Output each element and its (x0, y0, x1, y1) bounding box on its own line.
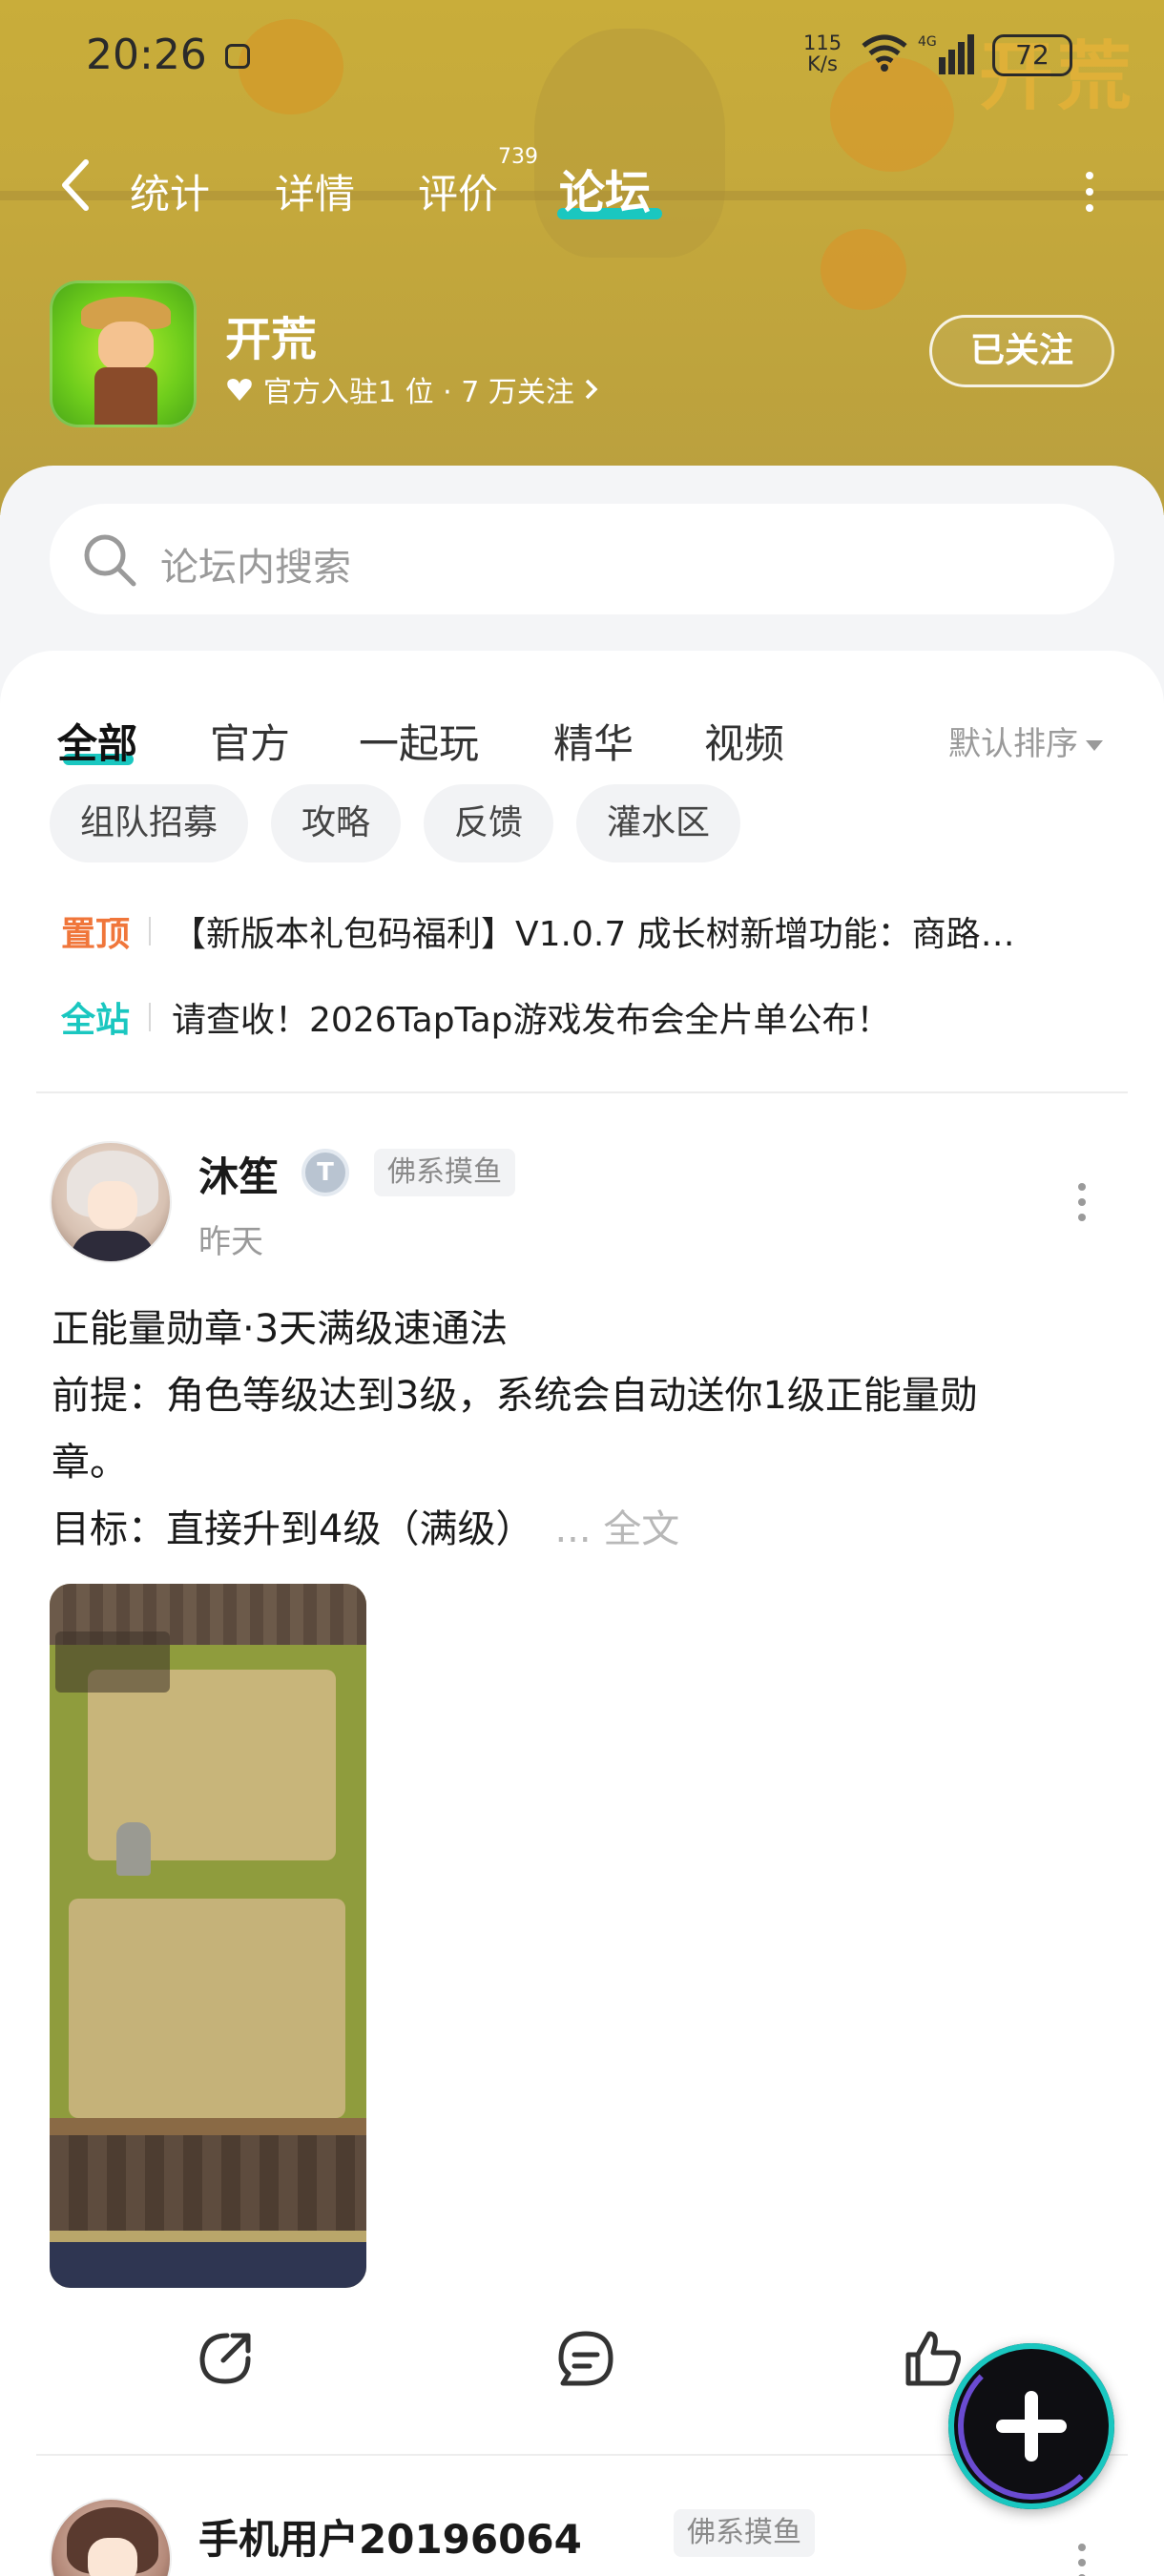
caret-down-icon (1086, 740, 1103, 751)
search-placeholder: 论坛内搜索 (160, 546, 351, 590)
tab-official[interactable]: 官方 (210, 712, 290, 770)
pinned-separator (149, 917, 152, 945)
create-post-button[interactable] (948, 2343, 1114, 2509)
sitewide-title: 请查收！2026TapTap游戏发布会全片单公布！ (172, 1001, 891, 1040)
back-arrow-icon[interactable] (57, 156, 95, 214)
chip-guides[interactable]: 攻略 (271, 784, 402, 862)
search-input[interactable]: 论坛内搜索 (50, 504, 1114, 614)
pinned-tag: 置顶 (61, 915, 131, 954)
sitewide-tag: 全站 (61, 1001, 131, 1040)
category-tabs: 全部 官方 一起玩 精华 视频 默认排序 (0, 679, 1164, 767)
post-body[interactable]: 正能量勋章·3天满级速通法 前提：角色等级达到3级，系统会自动送你1级正能量勋 … (52, 1296, 1120, 1563)
app-name: 开荒 (225, 313, 318, 366)
sort-label: 默认排序 (948, 725, 1078, 763)
chip-team-recruit[interactable]: 组队招募 (50, 784, 249, 862)
user-badge: 佛系摸鱼 (374, 1149, 515, 1196)
notification-icon (225, 44, 250, 69)
top-navigation: 统计 详情 评价 739 论坛 (0, 143, 1164, 229)
post-line-last: 目标：直接升到4级（满级） ... 全文 (52, 1496, 1120, 1563)
signal-icon: 4G (918, 34, 974, 74)
post-line-text: 目标：直接升到4级（满级） (52, 1507, 534, 1551)
post-author-name[interactable]: 沐笙 (198, 1145, 279, 1203)
heart-icon (227, 379, 252, 401)
post-line: 前提：角色等级达到3级，系统会自动送你1级正能量勋 (52, 1374, 978, 1418)
app-info: 开荒 官方入驻1 位 · 7 万关注 已关注 (0, 277, 1164, 439)
share-icon[interactable] (195, 2328, 256, 2389)
search-icon (84, 534, 136, 587)
post-time: 昨天 (198, 1223, 263, 1261)
network-type-label: 4G (918, 34, 937, 50)
user-badge: 佛系摸鱼 (674, 2509, 815, 2557)
post-more-icon[interactable] (1072, 2542, 1091, 2576)
more-options-icon[interactable] (1078, 168, 1101, 212)
post-image[interactable] (50, 1584, 366, 2288)
pinned-title: 【新版本礼包码福利】V1.0.7 成长树新增功能：商路… (172, 915, 1015, 954)
read-more-link[interactable]: ... 全文 (554, 1507, 679, 1551)
status-time: 20:26 (86, 31, 207, 79)
sitewide-separator (149, 1003, 152, 1031)
post-line: 章。 (52, 1441, 128, 1485)
chip-chat[interactable]: 灌水区 (576, 784, 741, 862)
battery-indicator: 72 (992, 34, 1072, 76)
tab-featured[interactable]: 精华 (553, 712, 634, 770)
pinned-post[interactable]: 置顶 【新版本礼包码福利】V1.0.7 成长树新增功能：商路… (61, 906, 1015, 956)
post-author-name[interactable]: 手机用户20196064 (198, 2507, 582, 2566)
status-bar: 20:26 115 K/s 4G 72 (0, 0, 1164, 114)
app-icon[interactable] (50, 280, 197, 427)
chip-feedback[interactable]: 反馈 (424, 784, 554, 862)
tab-play-together[interactable]: 一起玩 (359, 712, 479, 770)
app-meta[interactable]: 官方入驻1 位 · 7 万关注 (225, 368, 599, 410)
follow-button[interactable]: 已关注 (929, 315, 1114, 387)
tab-forum[interactable]: 论坛 (559, 155, 651, 221)
review-count-badge: 739 (498, 145, 538, 169)
section-divider (36, 1091, 1128, 1093)
app-meta-text: 官方入驻1 位 · 7 万关注 (263, 376, 574, 409)
tab-video[interactable]: 视频 (704, 712, 784, 770)
chevron-right-icon (585, 379, 598, 400)
tab-all[interactable]: 全部 (57, 712, 137, 770)
tab-reviews[interactable]: 评价 (418, 162, 498, 220)
post-line: 正能量勋章·3天满级速通法 (52, 1307, 509, 1351)
network-speed-unit: K/s (807, 52, 838, 75)
tab-stats[interactable]: 统计 (130, 162, 210, 220)
verified-badge-icon: T (301, 1149, 349, 1196)
sitewide-post[interactable]: 全站 请查收！2026TapTap游戏发布会全片单公布！ (61, 992, 891, 1042)
like-icon[interactable] (903, 2328, 964, 2389)
comment-icon[interactable] (555, 2328, 616, 2389)
sort-dropdown[interactable]: 默认排序 (948, 717, 1103, 764)
post-more-icon[interactable] (1072, 1181, 1091, 1223)
wifi-icon (862, 34, 907, 72)
tab-details[interactable]: 详情 (275, 162, 355, 220)
avatar[interactable] (50, 1141, 172, 1263)
network-speed-value: 115 (803, 31, 842, 54)
network-speed: 115 K/s (803, 32, 842, 74)
topic-chips: 组队招募 攻略 反馈 灌水区 (50, 784, 741, 862)
